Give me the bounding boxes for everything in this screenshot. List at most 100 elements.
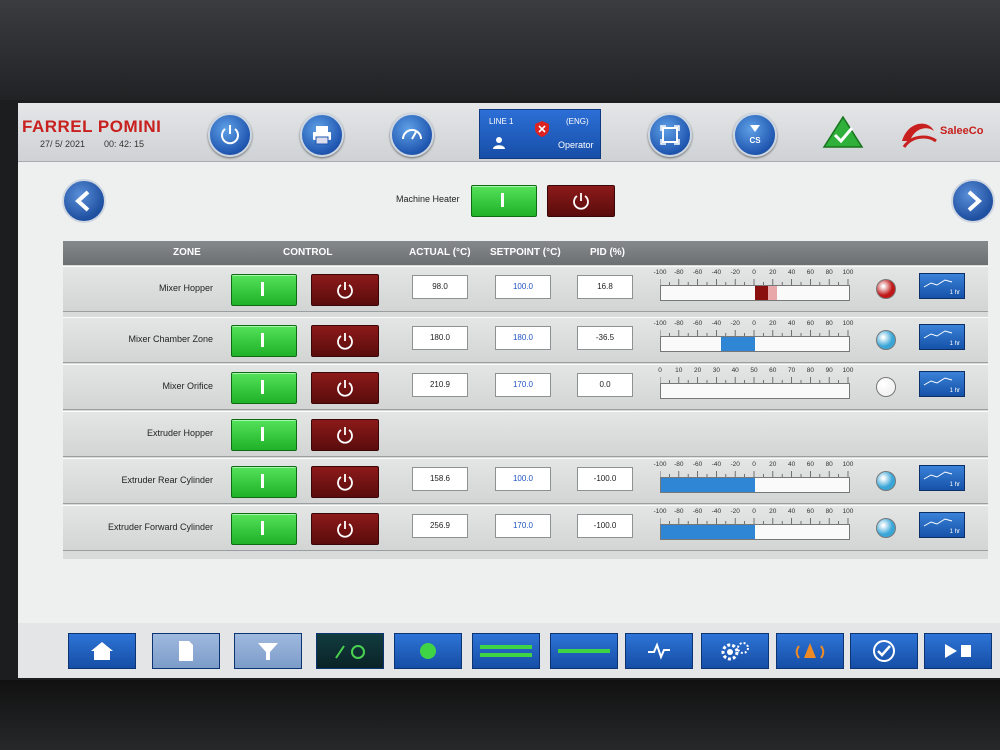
scale-labels: -100 -80 -60 -40 -20 0 20 40 60 80 100	[653, 320, 853, 330]
header-bar: FARREL POMINI 27/ 5/ 2021 00: 42: 15 LIN…	[18, 103, 1000, 162]
pid-bar	[660, 477, 850, 493]
line-button[interactable]	[550, 633, 618, 669]
fullscreen-button[interactable]	[648, 113, 692, 157]
scale-tick-label: -20	[730, 508, 740, 515]
scale-tick-label: 50	[750, 367, 758, 374]
machine-heater-off-button[interactable]	[547, 185, 615, 217]
play-icon	[945, 644, 971, 658]
settings-button[interactable]	[701, 633, 769, 669]
zone-on-button[interactable]	[231, 466, 297, 498]
header-pid: PID (%)	[590, 247, 625, 258]
scale-tick-label: -80	[674, 461, 684, 468]
on-bar-icon	[261, 521, 264, 535]
actual-value: 256.9	[412, 514, 468, 538]
power-button[interactable]	[208, 113, 252, 157]
power-icon	[337, 333, 353, 350]
alarm-ok-triangle-icon[interactable]	[822, 115, 864, 149]
zone-off-button[interactable]	[311, 372, 379, 404]
speedometer-icon	[402, 129, 422, 140]
status-indicator	[876, 330, 896, 350]
chevron-left-icon	[75, 190, 90, 212]
scale-tick-label: -40	[711, 508, 722, 515]
pid-scale: -100 -80 -60 -40 -20 0 20 40 60 80 100	[653, 269, 853, 309]
document-icon	[179, 641, 193, 661]
zone-on-button[interactable]	[231, 419, 297, 451]
trend-graph-icon	[923, 471, 953, 480]
scale-tick-label: -60	[692, 320, 703, 327]
scale-tick-label: 100	[842, 461, 854, 468]
scale-tick-label: 80	[825, 508, 833, 515]
zone-off-button[interactable]	[311, 325, 379, 357]
scale-tick-label: 30	[712, 367, 721, 374]
cs-button[interactable]: CS	[733, 113, 777, 157]
scale-tick-label: 100	[842, 320, 854, 327]
zone-off-button[interactable]	[311, 274, 379, 306]
svg-text:CS: CS	[749, 136, 761, 145]
green-line-icon	[558, 649, 610, 653]
user-panel[interactable]: LINE 1 (ENG) Operator	[479, 109, 601, 159]
shield-icon	[535, 121, 549, 137]
setpoint-value[interactable]: 170.0	[495, 373, 551, 397]
actual-value: 210.9	[412, 373, 468, 397]
scale-tick-label: 0	[658, 367, 662, 374]
hopper-button[interactable]	[234, 633, 302, 669]
trend-button[interactable]	[625, 633, 693, 669]
trend-label: 1 hr	[949, 290, 960, 296]
document-button[interactable]	[152, 633, 220, 669]
pid-bar-fill	[720, 337, 755, 351]
zone-off-button[interactable]	[311, 419, 379, 451]
trend-chart-button[interactable]: 1 hr	[919, 512, 965, 538]
pid-bar-fill	[661, 478, 755, 492]
zone-on-button[interactable]	[231, 513, 297, 545]
scale-tick-label: -40	[711, 461, 722, 468]
scale-tick-label: -40	[711, 269, 722, 276]
scale-tick-label: 80	[806, 367, 815, 374]
trend-chart-button[interactable]: 1 hr	[919, 324, 965, 350]
zone-off-button[interactable]	[311, 513, 379, 545]
scale-tick-label: 60	[806, 461, 815, 468]
zone-on-button[interactable]	[231, 325, 297, 357]
trend-chart-button[interactable]: 1 hr	[919, 465, 965, 491]
bars-button[interactable]	[472, 633, 540, 669]
machine-heater-on-button[interactable]	[471, 185, 537, 217]
green-bars-icon	[480, 645, 532, 657]
zone-on-button[interactable]	[231, 372, 297, 404]
pid-value: -100.0	[577, 467, 633, 491]
pid-bar	[660, 524, 850, 540]
scale-tick-label: -20	[730, 320, 740, 327]
time-display: 00: 42: 15	[104, 139, 145, 149]
trend-chart-button[interactable]: 1 hr	[919, 273, 965, 299]
speed-button[interactable]	[390, 113, 434, 157]
pid-bar-fill-secondary	[767, 286, 778, 300]
scale-tick-label: 20	[769, 461, 777, 468]
print-button[interactable]	[300, 113, 344, 157]
power-icon	[337, 380, 353, 397]
zone-off-button[interactable]	[311, 466, 379, 498]
power-icon	[221, 125, 239, 145]
date-display: 27/ 5/ 2021	[40, 139, 86, 149]
scale-tick-label: 0	[752, 269, 756, 276]
pid-value: -100.0	[577, 514, 633, 538]
scale-tick-label: -100	[653, 320, 667, 327]
next-page-button[interactable]	[951, 179, 995, 223]
home-button[interactable]	[68, 633, 136, 669]
brand-name: FARREL POMINI	[22, 117, 162, 136]
setpoint-value[interactable]: 100.0	[495, 467, 551, 491]
scale-tick-label: 20	[769, 269, 777, 276]
scale-tick-label: 100	[842, 508, 854, 515]
play-export-button[interactable]	[924, 633, 992, 669]
status-button[interactable]	[394, 633, 462, 669]
pid-value: -36.5	[577, 326, 633, 350]
trend-chart-button[interactable]: 1 hr	[919, 371, 965, 397]
status-indicator	[876, 471, 896, 491]
previous-page-button[interactable]	[62, 179, 106, 223]
scale-tick-label: -100	[653, 269, 667, 276]
alarm-button[interactable]	[776, 633, 844, 669]
confirm-button[interactable]	[850, 633, 918, 669]
recipe-button[interactable]	[316, 633, 384, 669]
setpoint-value[interactable]: 180.0	[495, 326, 551, 350]
zone-on-button[interactable]	[231, 274, 297, 306]
setpoint-value[interactable]: 170.0	[495, 514, 551, 538]
setpoint-value[interactable]: 100.0	[495, 275, 551, 299]
table-row: Mixer Orifice 210.9 170.0 0.0 0 10 20 30 40 50 60…	[63, 364, 988, 410]
